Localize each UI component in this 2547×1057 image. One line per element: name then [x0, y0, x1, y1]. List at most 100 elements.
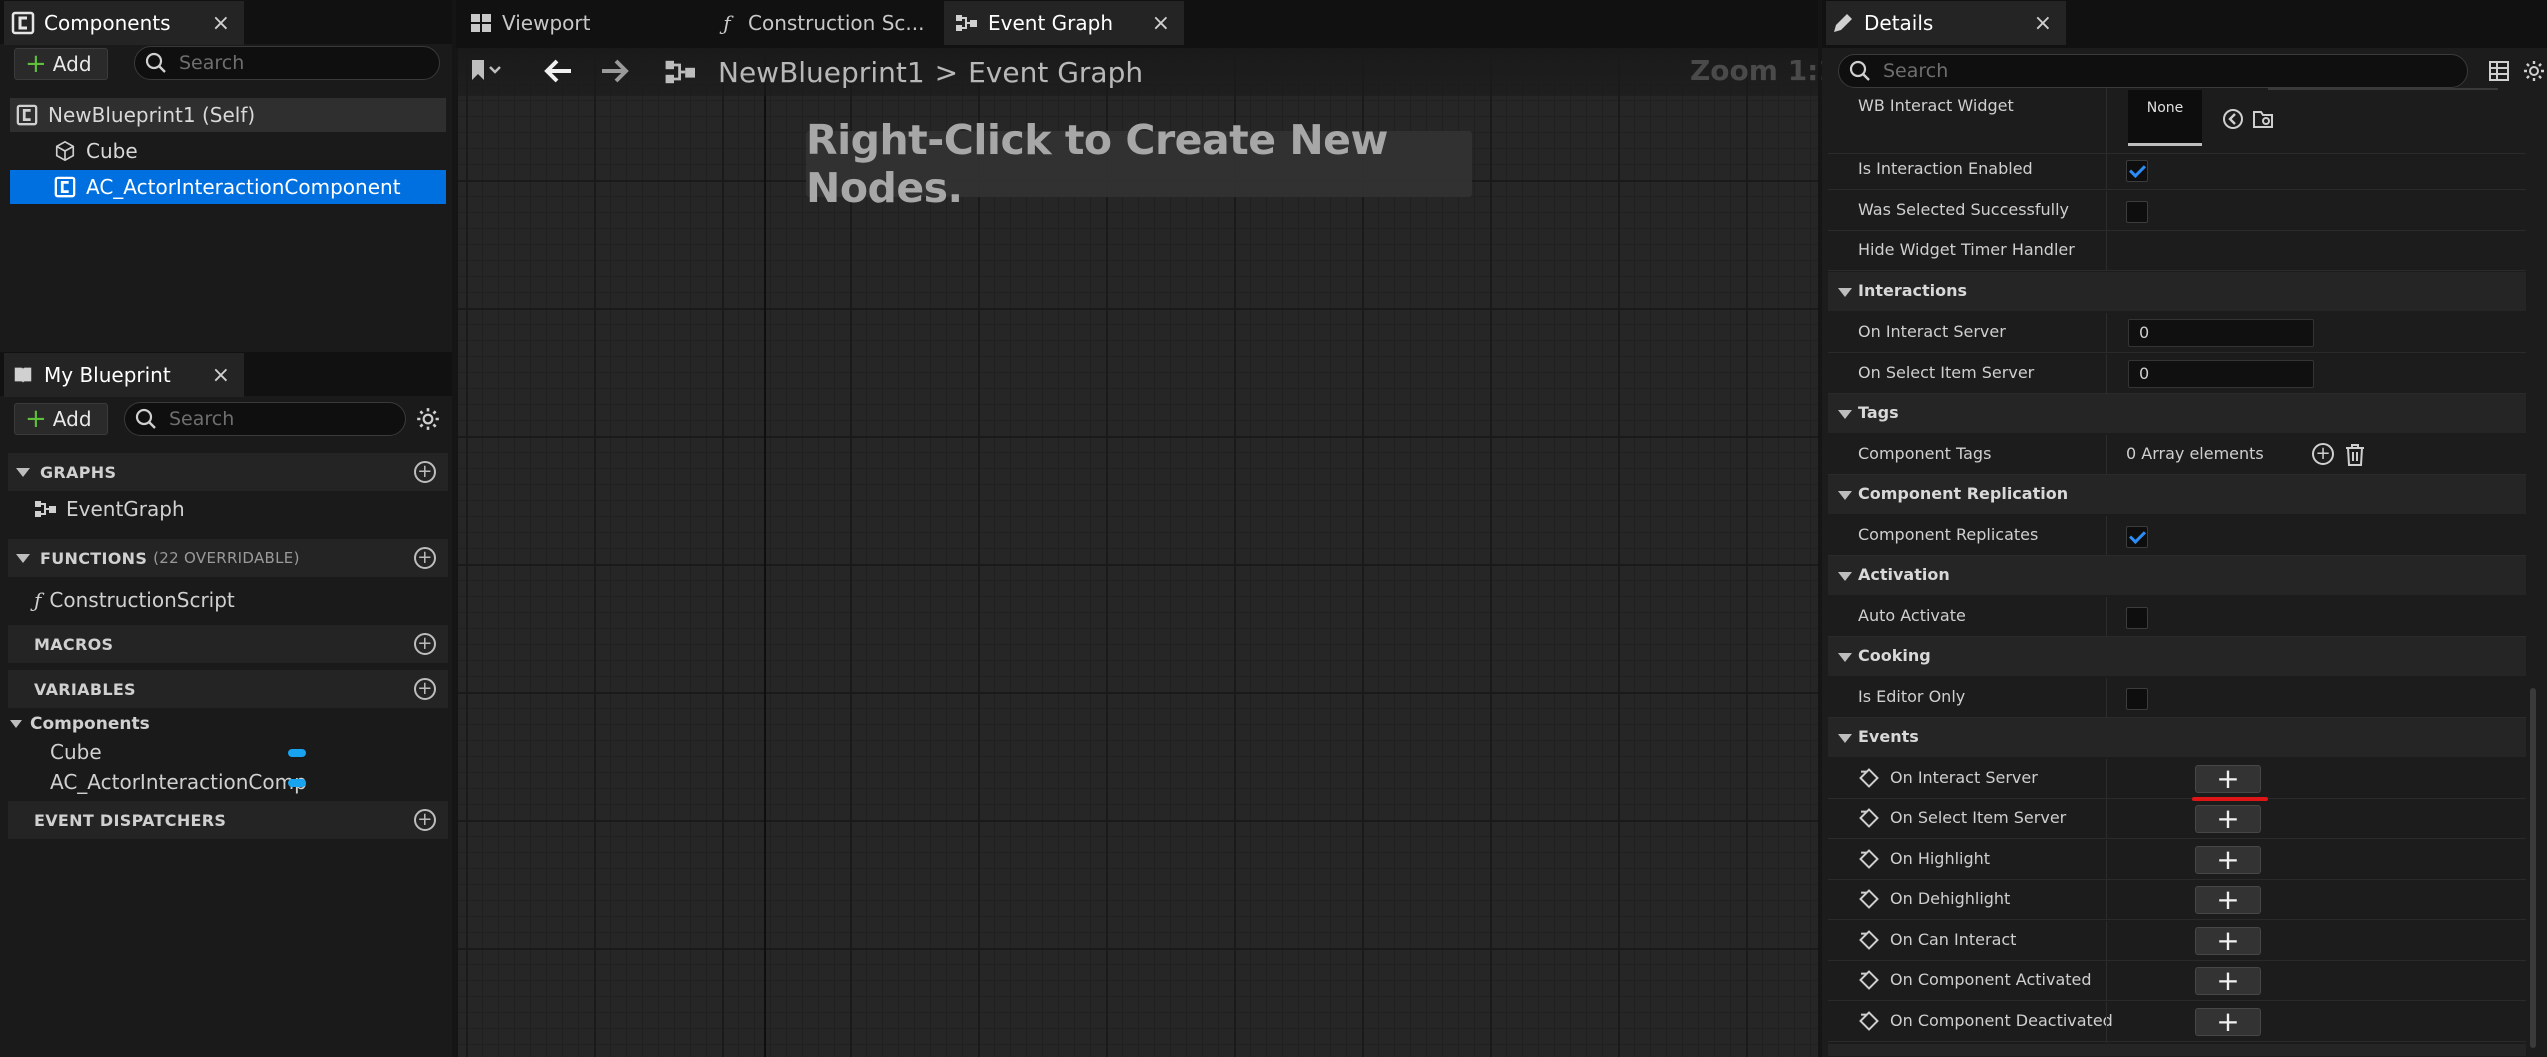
graph-canvas[interactable]: Right-Click to Create New Nodes. — [458, 48, 1818, 1057]
column-divider — [2106, 231, 2107, 271]
column-divider — [2106, 191, 2107, 231]
category-title: Component Replication — [1858, 484, 2069, 503]
prop-component-replicates: Component Replicates — [1828, 516, 2526, 556]
components-add-button[interactable]: + Add — [14, 48, 108, 80]
category-events[interactable]: Events — [1828, 718, 2526, 758]
section-macros[interactable]: MACROS + — [8, 625, 448, 663]
section-event-dispatchers[interactable]: EVENT DISPATCHERS + — [8, 801, 448, 839]
component-replicates-checkbox[interactable] — [2126, 526, 2148, 548]
property-matrix-icon[interactable] — [2488, 60, 2510, 82]
close-components-icon[interactable]: × — [212, 11, 230, 36]
column-divider — [2106, 1002, 2107, 1042]
add-event-button[interactable]: + — [2195, 846, 2261, 874]
forward-arrow-icon[interactable] — [600, 58, 630, 84]
prop-label: Is Interaction Enabled — [1858, 159, 2033, 178]
variables-group-components[interactable]: Components — [10, 714, 150, 734]
bookmark-dropdown-icon[interactable] — [470, 58, 506, 82]
close-details-icon[interactable]: × — [2034, 11, 2052, 36]
on-interact-server-value[interactable]: 0 — [2128, 319, 2314, 347]
add-event-button[interactable]: + — [2195, 1008, 2261, 1036]
event-label: On Dehighlight — [1890, 889, 2011, 908]
category-tags[interactable]: Tags — [1828, 394, 2526, 434]
add-element-icon[interactable]: + — [2312, 443, 2334, 465]
column-divider — [2106, 880, 2107, 920]
details-search-input[interactable]: Search — [1838, 54, 2468, 88]
add-event-button[interactable]: + — [2195, 886, 2261, 914]
tree-item-actor-interaction-component[interactable]: AC_ActorInteractionComponent — [10, 170, 446, 204]
section-graphs[interactable]: GRAPHS + — [8, 453, 448, 491]
was-selected-checkbox[interactable] — [2126, 201, 2148, 223]
widget-thumbnail[interactable]: None — [2128, 90, 2202, 146]
category-cooking[interactable]: Cooking — [1828, 637, 2526, 677]
add-graph-icon[interactable]: + — [414, 461, 436, 483]
my-blueprint-add-button[interactable]: + Add — [14, 403, 108, 435]
prop-component-tags: Component Tags 0 Array elements + — [1828, 435, 2526, 475]
add-event-button[interactable]: + — [2195, 967, 2261, 995]
collapse-icon — [1838, 491, 1852, 500]
breadcrumb-current[interactable]: Event Graph — [968, 56, 1143, 89]
add-macro-icon[interactable]: + — [414, 633, 436, 655]
category-clipped-next[interactable] — [1828, 1044, 2526, 1057]
my-blueprint-settings-icon[interactable] — [415, 406, 441, 432]
graph-item-eventgraph[interactable]: EventGraph — [34, 497, 185, 521]
close-event-graph-icon[interactable]: × — [1152, 11, 1170, 36]
prop-label: On Interact Server — [1858, 322, 2006, 341]
variable-item-cube[interactable]: Cube — [50, 740, 306, 764]
is-editor-only-checkbox[interactable] — [2126, 688, 2148, 710]
details-scrollbar[interactable] — [2530, 688, 2536, 1048]
section-title: GRAPHS — [40, 462, 117, 482]
widget-value-underline — [2268, 88, 2498, 90]
collapse-icon — [1838, 734, 1852, 743]
tab-components[interactable]: Components × — [4, 1, 244, 45]
add-event-button[interactable]: + — [2195, 927, 2261, 955]
add-function-icon[interactable]: + — [414, 547, 436, 569]
tab-my-blueprint[interactable]: My Blueprint × — [4, 353, 244, 397]
section-title: MACROS — [34, 634, 114, 654]
graph-hint-box: Right-Click to Create New Nodes. — [806, 116, 1472, 212]
add-event-button[interactable]: + — [2195, 765, 2261, 793]
column-divider — [2106, 88, 2107, 154]
event-on-can-interact: On Can Interact + — [1828, 921, 2526, 961]
prop-label: WB Interact Widget — [1858, 96, 2014, 115]
event-on-interact-server: On Interact Server + — [1828, 759, 2526, 801]
graph-hint-text: Right-Click to Create New Nodes. — [806, 116, 1388, 212]
event-icon — [1859, 808, 1879, 828]
trash-icon[interactable] — [2344, 443, 2366, 467]
back-arrow-icon[interactable] — [543, 58, 573, 84]
function-item-constructionscript[interactable]: ƒ ConstructionScript — [34, 588, 235, 612]
event-label: On Can Interact — [1890, 930, 2017, 949]
details-settings-icon[interactable] — [2522, 59, 2546, 83]
graph-item-label: EventGraph — [66, 497, 185, 521]
add-event-button[interactable]: + — [2195, 805, 2261, 833]
tree-item-self[interactable]: NewBlueprint1 (Self) — [10, 98, 446, 132]
category-activation[interactable]: Activation — [1828, 556, 2526, 596]
close-my-blueprint-icon[interactable]: × — [212, 363, 230, 388]
category-interactions[interactable]: Interactions — [1828, 272, 2526, 312]
tab-event-graph[interactable]: Event Graph × — [944, 1, 1184, 45]
my-blueprint-search-input[interactable]: Search — [124, 402, 406, 436]
tree-item-cube[interactable]: Cube — [10, 134, 446, 168]
prop-is-interaction-enabled: Is Interaction Enabled — [1828, 150, 2526, 190]
on-select-item-server-value[interactable]: 0 — [2128, 360, 2314, 388]
breadcrumb-separator: > — [934, 55, 959, 89]
tab-details[interactable]: Details × — [1826, 1, 2066, 45]
tab-construction-script[interactable]: ƒ Construction Sc... — [704, 1, 930, 45]
tab-viewport[interactable]: Viewport — [458, 1, 684, 45]
is-interaction-enabled-checkbox[interactable] — [2126, 160, 2148, 182]
section-variables[interactable]: VARIABLES + — [8, 670, 448, 708]
add-variable-icon[interactable]: + — [414, 678, 436, 700]
event-graph-icon — [664, 58, 698, 86]
auto-activate-checkbox[interactable] — [2126, 607, 2148, 629]
use-selected-icon[interactable] — [2222, 108, 2244, 130]
variable-item-actor-interaction-comp[interactable]: AC_ActorInteractionComp — [50, 770, 307, 794]
event-icon — [1859, 1011, 1879, 1031]
category-component-replication[interactable]: Component Replication — [1828, 475, 2526, 515]
search-icon — [145, 52, 166, 73]
event-on-component-deactivated: On Component Deactivated + — [1828, 1002, 2526, 1042]
components-search-input[interactable]: Search — [134, 46, 440, 80]
add-event-dispatcher-icon[interactable]: + — [414, 809, 436, 831]
breadcrumb-root[interactable]: NewBlueprint1 — [718, 56, 925, 89]
browse-asset-icon[interactable] — [2252, 108, 2274, 130]
section-functions[interactable]: FUNCTIONS (22 OVERRIDABLE) + — [8, 539, 448, 577]
search-placeholder: Search — [169, 408, 235, 430]
